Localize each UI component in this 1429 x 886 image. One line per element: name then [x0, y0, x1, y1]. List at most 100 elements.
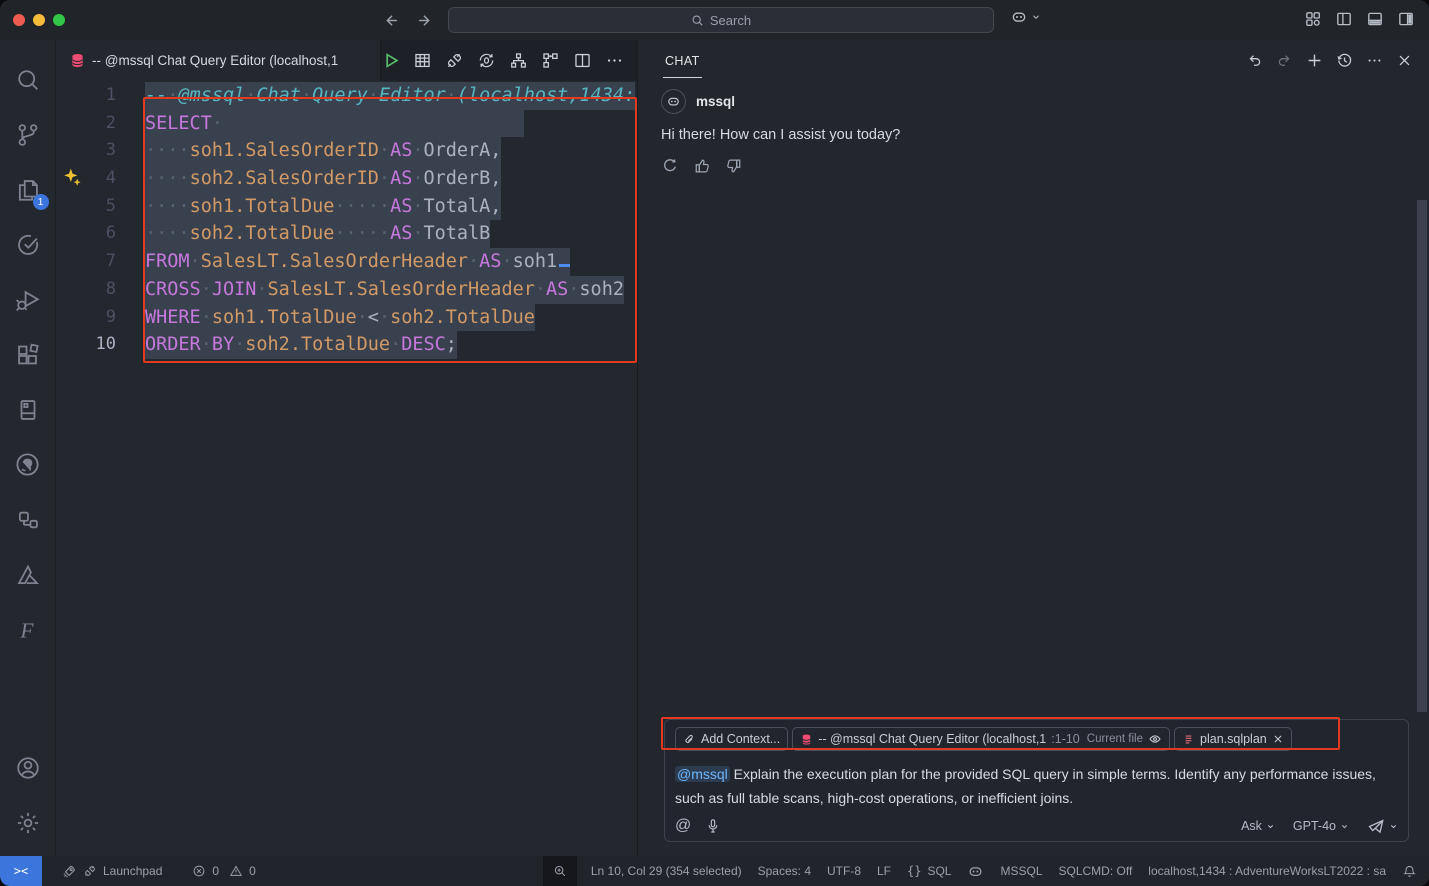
chat-history-icon[interactable] [1336, 52, 1353, 69]
code-editor[interactable]: 1--·@mssql·Chat·Query·Editor·(localhost,… [56, 81, 637, 856]
mssql-status-item[interactable]: MSSQL [992, 856, 1050, 886]
connection-status-item[interactable]: localhost,1434 : AdventureWorksLT2022 : … [1140, 856, 1394, 886]
code-line[interactable]: 1--·@mssql·Chat·Query·Editor·(localhost,… [56, 82, 637, 110]
extensions-view-icon[interactable] [4, 327, 52, 382]
notebook-view-icon[interactable] [4, 382, 52, 437]
eol-item[interactable]: LF [869, 856, 899, 886]
current-file-chip[interactable]: -- @mssql Chat Query Editor (localhost,1… [792, 727, 1170, 751]
navigate-back-icon[interactable] [382, 12, 399, 29]
new-chat-icon[interactable] [1306, 52, 1323, 69]
settings-gear-icon[interactable] [4, 795, 52, 850]
eye-icon[interactable] [1148, 732, 1162, 746]
sqlcmd-label: SQLCMD: Off [1059, 864, 1133, 878]
source-control-icon[interactable] [4, 107, 52, 162]
warnings-count: 0 [249, 864, 256, 878]
copilot-status-item[interactable] [959, 856, 992, 886]
mode-dropdown[interactable]: Ask [1241, 819, 1275, 833]
chevron-down-icon [1031, 12, 1041, 22]
navigate-forward-icon[interactable] [417, 12, 434, 29]
chat-more-icon[interactable] [1366, 52, 1383, 69]
copilot-menu-button[interactable] [1010, 8, 1041, 26]
redo-icon[interactable] [1276, 52, 1293, 69]
code-line[interactable]: 5····soh1.TotalDue·····AS·TotalA, [56, 193, 637, 221]
connection-label: localhost,1434 : AdventureWorksLT2022 : … [1148, 864, 1386, 878]
remove-chip-icon[interactable] [1272, 733, 1284, 745]
tab-title: -- @mssql Chat Query Editor (localhost,1 [92, 53, 338, 68]
toggle-secondary-sidebar-icon[interactable] [1397, 10, 1415, 28]
tasks-check-view-icon[interactable] [4, 217, 52, 272]
cursor-position-label: Ln 10, Col 29 (354 selected) [591, 864, 742, 878]
add-context-chip[interactable]: Add Context... [675, 727, 788, 751]
language-mode-item[interactable]: {} SQL [899, 856, 959, 886]
code-line[interactable]: 4····soh2.SalesOrderID·AS·OrderB, [56, 165, 637, 193]
command-center-search[interactable]: Search [448, 7, 994, 33]
problems-item[interactable]: 0 0 [184, 856, 263, 886]
change-connection-sync-icon[interactable] [477, 51, 496, 70]
results-grid-icon[interactable] [413, 51, 432, 70]
explorer-badge: 1 [33, 194, 49, 210]
chat-prompt-input[interactable]: @mssql Explain the execution plan for th… [675, 762, 1398, 810]
zoom-status-item[interactable] [543, 856, 577, 886]
undo-icon[interactable] [1246, 52, 1263, 69]
current-file-range: :1-10 [1051, 732, 1080, 746]
remote-indicator[interactable]: >< [0, 856, 42, 886]
model-label: GPT-4o [1293, 819, 1336, 833]
split-editor-icon[interactable] [573, 51, 592, 70]
search-view-icon[interactable] [4, 52, 52, 107]
send-button[interactable] [1367, 817, 1398, 835]
close-window-button[interactable] [13, 14, 25, 26]
code-line[interactable]: 9WHERE·soh1.TotalDue·<·soh2.TotalDue [56, 304, 637, 332]
notifications-bell-icon[interactable] [1394, 856, 1429, 886]
encoding-item[interactable]: UTF-8 [819, 856, 869, 886]
chat-scrollbar[interactable] [1417, 200, 1427, 712]
mention-context-icon[interactable]: @ [675, 817, 691, 835]
code-line[interactable]: 2SELECT· [56, 110, 637, 138]
minimize-window-button[interactable] [33, 14, 45, 26]
github-view-icon[interactable] [4, 437, 52, 492]
run-query-icon[interactable] [381, 51, 400, 70]
cursor-position-item[interactable]: Ln 10, Col 29 (354 selected) [583, 856, 750, 886]
explorer-view-icon[interactable]: 1 [4, 162, 52, 217]
code-line[interactable]: 10ORDER·BY·soh2.TotalDue·DESC; [56, 331, 637, 359]
microphone-icon[interactable] [705, 818, 721, 834]
tab-chat-query-editor[interactable]: -- @mssql Chat Query Editor (localhost,1 [56, 40, 381, 81]
copilot-sparkle-icon[interactable] [62, 167, 84, 189]
plan-chip-label: plan.sqlplan [1200, 732, 1267, 746]
message-text: Hi there! How can I assist you today? [661, 127, 1405, 143]
model-dropdown[interactable]: GPT-4o [1293, 819, 1349, 833]
run-debug-view-icon[interactable] [4, 272, 52, 327]
code-line[interactable]: 6····soh2.TotalDue·····AS·TotalB [56, 220, 637, 248]
maximize-window-button[interactable] [53, 14, 65, 26]
search-placeholder: Search [710, 13, 751, 28]
mssql-mention: @mssql [675, 766, 730, 782]
indentation-item[interactable]: Spaces: 4 [750, 856, 819, 886]
status-bar: >< Launchpad 0 0 Ln 10, Col 29 (354 sele… [0, 856, 1429, 886]
disconnect-plug-icon[interactable] [445, 51, 464, 70]
launchpad-item[interactable]: Launchpad [54, 856, 170, 886]
code-line[interactable]: 8CROSS·JOIN·SalesLT.SalesOrderHeader·AS·… [56, 276, 637, 304]
remote-glyph: >< [14, 864, 28, 878]
thumbs-down-icon[interactable] [725, 157, 743, 175]
code-line[interactable]: 7FROM·SalesLT.SalesOrderHeader·AS·soh1 [56, 248, 637, 276]
thumbs-up-icon[interactable] [693, 157, 711, 175]
more-actions-icon[interactable] [605, 51, 624, 70]
accounts-icon[interactable] [4, 740, 52, 795]
azure-view-icon[interactable] [4, 547, 52, 602]
schema-designer-view-icon[interactable] [4, 492, 52, 547]
code-line[interactable]: 3····soh1.SalesOrderID·AS·OrderA, [56, 137, 637, 165]
chat-input-toolbar: @ Ask GPT-4o [675, 817, 1398, 835]
customize-layout-icon[interactable] [1304, 10, 1322, 28]
toggle-primary-sidebar-icon[interactable] [1335, 10, 1353, 28]
schema-visualize-icon[interactable] [509, 51, 528, 70]
sqlcmd-status-item[interactable]: SQLCMD: Off [1051, 856, 1141, 886]
svg-text:F: F [19, 618, 34, 642]
plan-sqlplan-chip[interactable]: plan.sqlplan [1174, 727, 1292, 751]
chat-input-widget[interactable]: Add Context... -- @mssql Chat Query Edit… [664, 719, 1409, 842]
retry-message-icon[interactable] [661, 157, 679, 175]
close-chat-icon[interactable] [1396, 52, 1413, 69]
query-plan-icon[interactable] [541, 51, 560, 70]
message-author: mssql [696, 94, 735, 109]
fabric-view-icon[interactable]: F [4, 602, 52, 657]
toggle-panel-icon[interactable] [1366, 10, 1384, 28]
tab-chat[interactable]: CHAT [663, 43, 702, 78]
